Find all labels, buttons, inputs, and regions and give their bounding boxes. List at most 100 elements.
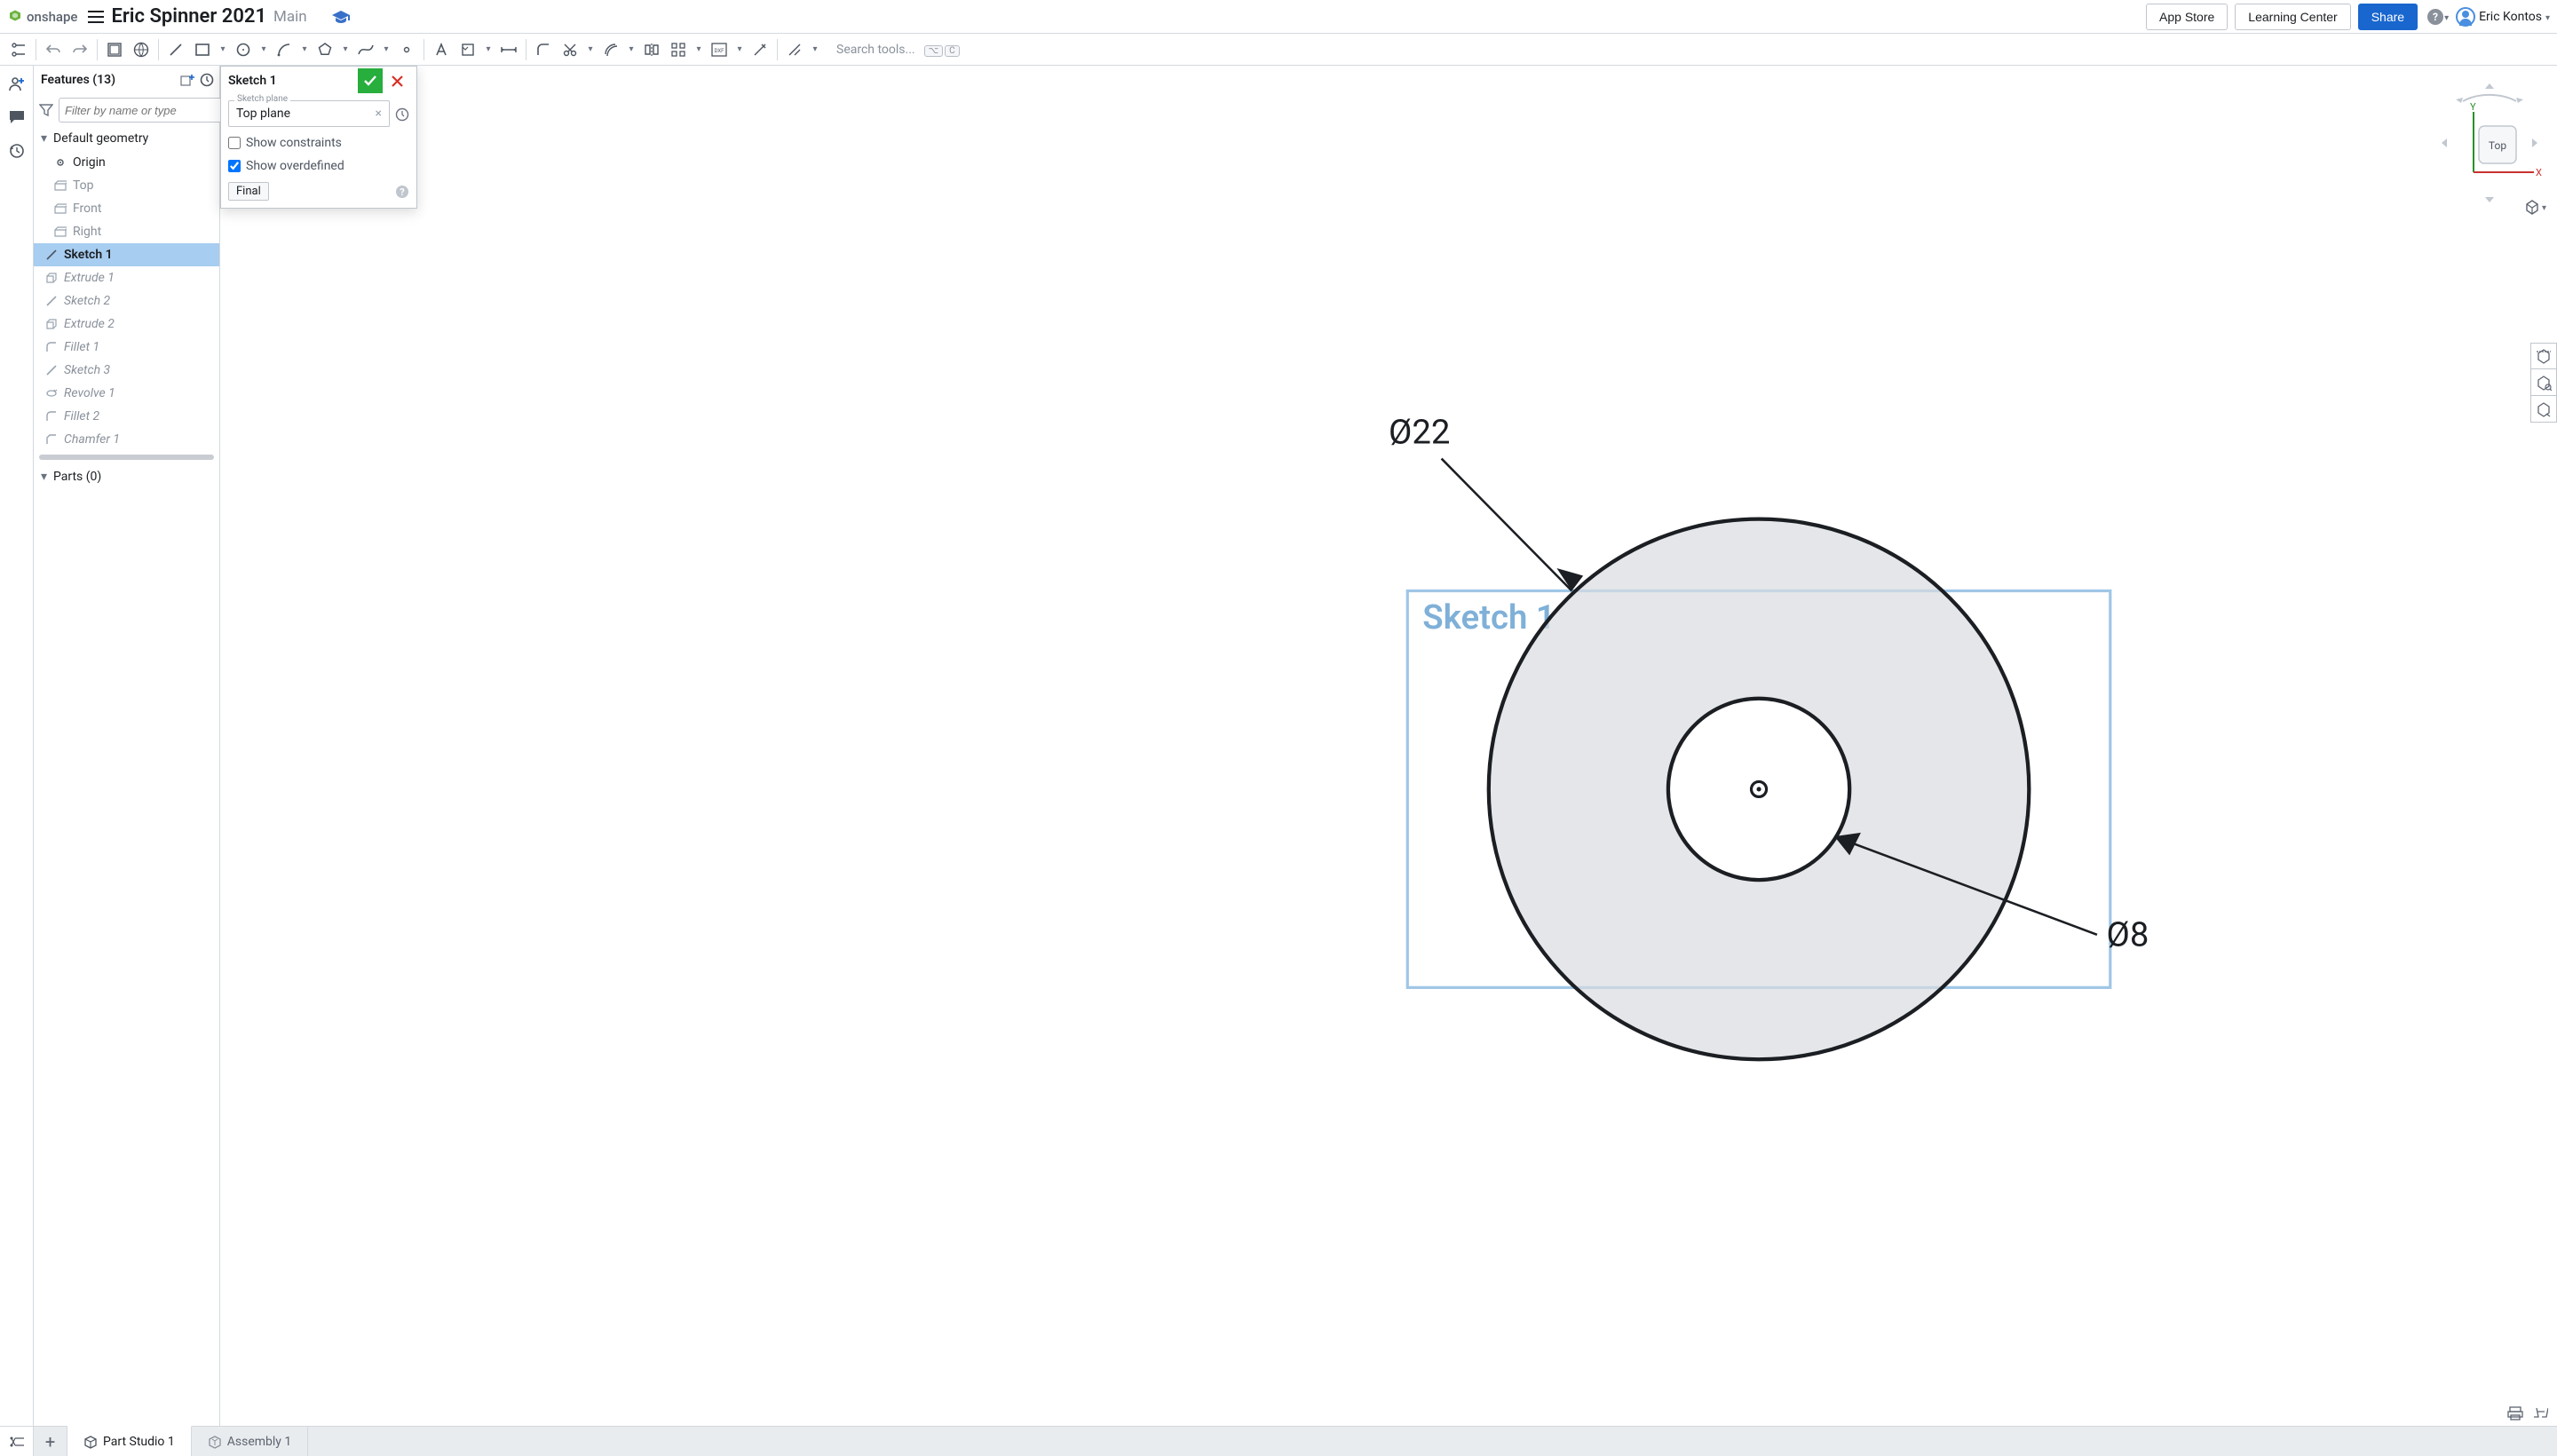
menu-icon[interactable] bbox=[88, 11, 104, 23]
dxf-icon[interactable]: DXF bbox=[706, 36, 732, 63]
top-plane-item[interactable]: Top bbox=[34, 174, 219, 197]
rectangle-dropdown[interactable] bbox=[216, 44, 230, 54]
right-plane-item[interactable]: Right bbox=[34, 220, 219, 243]
rollback-icon[interactable] bbox=[200, 73, 214, 87]
svg-text:?: ? bbox=[2433, 11, 2438, 23]
features-panel: Features (13) ▾Default geometry Origin T… bbox=[34, 66, 220, 1426]
origin-item[interactable]: Origin bbox=[34, 151, 219, 174]
brand-logo[interactable]: onshape bbox=[7, 9, 77, 25]
right-rail bbox=[2530, 343, 2557, 423]
view-cube[interactable]: Y X Top bbox=[2436, 76, 2543, 183]
constraint-icon[interactable] bbox=[781, 36, 808, 63]
cancel-button[interactable] bbox=[384, 68, 409, 93]
confirm-button[interactable] bbox=[358, 68, 383, 93]
app-store-button[interactable]: App Store bbox=[2146, 4, 2228, 30]
undo-icon[interactable] bbox=[40, 36, 67, 63]
dimension-icon[interactable] bbox=[495, 36, 522, 63]
feature-item-fillet2[interactable]: Fillet 2 bbox=[34, 405, 219, 428]
fillet-icon[interactable] bbox=[530, 36, 557, 63]
avatar-icon bbox=[2456, 7, 2475, 27]
dialog-title: Sketch 1 bbox=[228, 74, 358, 88]
arc-dropdown[interactable] bbox=[297, 44, 312, 54]
user-menu[interactable]: Eric Kontos bbox=[2456, 7, 2550, 27]
arc-icon[interactable] bbox=[271, 36, 297, 63]
svg-text:Y: Y bbox=[2470, 101, 2476, 113]
circle-icon[interactable] bbox=[230, 36, 257, 63]
sketch-plane-field[interactable]: Sketch plane Top plane× bbox=[228, 100, 390, 127]
pattern-dropdown[interactable] bbox=[692, 44, 706, 54]
dxf-dropdown[interactable] bbox=[732, 44, 747, 54]
feature-item-sketch1[interactable]: Sketch 1 bbox=[34, 243, 219, 266]
default-geometry-group[interactable]: ▾Default geometry bbox=[34, 126, 219, 151]
trim-dropdown[interactable] bbox=[583, 44, 598, 54]
measure-icon[interactable] bbox=[2530, 369, 2557, 396]
final-button[interactable]: Final bbox=[228, 182, 269, 201]
filter-input[interactable] bbox=[59, 98, 229, 123]
print-icon[interactable] bbox=[2507, 1406, 2523, 1420]
point-icon[interactable] bbox=[393, 36, 420, 63]
comments-icon[interactable] bbox=[4, 105, 29, 130]
front-plane-item[interactable]: Front bbox=[34, 197, 219, 220]
mirror-icon[interactable] bbox=[638, 36, 665, 63]
history-icon[interactable] bbox=[4, 138, 29, 163]
share-button[interactable]: Share bbox=[2358, 4, 2418, 30]
polygon-icon[interactable] bbox=[312, 36, 338, 63]
feature-insert-icon[interactable] bbox=[180, 74, 194, 86]
offset-dropdown[interactable] bbox=[624, 44, 638, 54]
units-icon[interactable] bbox=[2532, 1406, 2548, 1420]
plane-history-icon[interactable] bbox=[395, 107, 409, 122]
spline-dropdown[interactable] bbox=[379, 44, 393, 54]
circle-dropdown[interactable] bbox=[257, 44, 271, 54]
workspace-name[interactable]: Main bbox=[273, 8, 307, 26]
globe-icon[interactable] bbox=[128, 36, 154, 63]
feature-item-extrude1[interactable]: Extrude 1 bbox=[34, 266, 219, 289]
pattern-icon[interactable] bbox=[665, 36, 692, 63]
feature-item-sketch3[interactable]: Sketch 3 bbox=[34, 359, 219, 382]
polygon-dropdown[interactable] bbox=[338, 44, 352, 54]
rollback-bar[interactable] bbox=[39, 455, 214, 460]
filter-icon[interactable] bbox=[39, 104, 53, 116]
tab-manager-icon[interactable] bbox=[0, 1427, 34, 1456]
trim-icon[interactable] bbox=[557, 36, 583, 63]
add-tab-button[interactable]: + bbox=[34, 1427, 67, 1456]
construction-icon[interactable] bbox=[747, 36, 773, 63]
dialog-help-icon[interactable]: ? bbox=[395, 185, 409, 199]
sheet-icon[interactable] bbox=[101, 36, 128, 63]
rectangle-icon[interactable] bbox=[189, 36, 216, 63]
search-tools[interactable]: Search tools... ⌥C bbox=[836, 43, 960, 57]
show-constraints-checkbox[interactable]: Show constraints bbox=[228, 136, 409, 150]
tab-assembly[interactable]: Assembly 1 bbox=[192, 1427, 309, 1456]
feature-item-revolve1[interactable]: Revolve 1 bbox=[34, 382, 219, 405]
redo-icon[interactable] bbox=[67, 36, 93, 63]
clear-plane-icon[interactable]: × bbox=[376, 107, 382, 121]
feature-item-extrude2[interactable]: Extrude 2 bbox=[34, 313, 219, 336]
graphics-canvas[interactable]: Sketch 1 Ø22 Ø8 bbox=[220, 66, 2557, 1426]
feature-item-sketch2[interactable]: Sketch 2 bbox=[34, 289, 219, 313]
header-bar: onshape Eric Spinner 2021 Main App Store… bbox=[0, 0, 2557, 34]
use-icon[interactable] bbox=[455, 36, 481, 63]
use-dropdown[interactable] bbox=[481, 44, 495, 54]
dimension-8[interactable]: Ø8 bbox=[2107, 915, 2149, 955]
learning-center-button[interactable]: Learning Center bbox=[2235, 4, 2350, 30]
feature-label: Fillet 1 bbox=[64, 340, 99, 354]
document-title[interactable]: Eric Spinner 2021 bbox=[111, 5, 266, 28]
text-icon[interactable] bbox=[428, 36, 455, 63]
show-overdefined-checkbox[interactable]: Show overdefined bbox=[228, 159, 409, 173]
bottom-rail bbox=[2507, 1406, 2548, 1420]
offset-icon[interactable] bbox=[598, 36, 624, 63]
parts-group[interactable]: ▾Parts (0) bbox=[34, 463, 219, 490]
feature-item-chamfer1[interactable]: Chamfer 1 bbox=[34, 428, 219, 451]
help-icon[interactable]: ? bbox=[2426, 8, 2449, 26]
mass-props-icon[interactable] bbox=[2530, 396, 2557, 423]
feature-item-fillet1[interactable]: Fillet 1 bbox=[34, 336, 219, 359]
section-view-icon[interactable] bbox=[2530, 343, 2557, 369]
spline-icon[interactable] bbox=[352, 36, 379, 63]
features-title: Features (13) bbox=[39, 73, 175, 87]
dimension-22[interactable]: Ø22 bbox=[1389, 413, 1450, 453]
tab-part-studio[interactable]: Part Studio 1 bbox=[67, 1426, 192, 1456]
education-icon[interactable] bbox=[332, 11, 350, 23]
constraint-dropdown[interactable] bbox=[808, 44, 822, 54]
tools-tree-icon[interactable] bbox=[5, 36, 32, 63]
add-person-icon[interactable] bbox=[4, 71, 29, 96]
line-icon[interactable] bbox=[162, 36, 189, 63]
